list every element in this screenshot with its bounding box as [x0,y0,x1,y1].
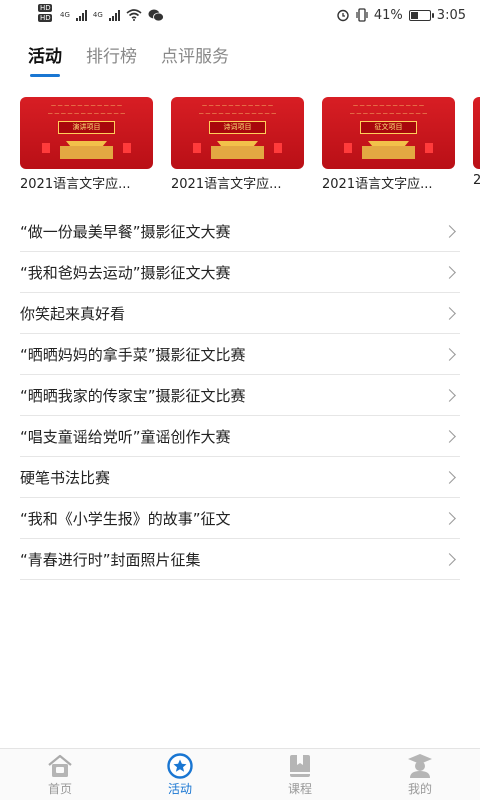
card-project-label: 演讲项目 [58,121,115,134]
flag-icon [42,143,50,153]
network-indicators: 4G 4G [60,9,164,22]
list-item-label: “我和爸妈去运动”摄影征文大赛 [20,263,231,282]
list-item-label: “唱支童谣给党听”童谣创作大赛 [20,427,231,446]
alarm-icon [337,9,349,22]
top-tabs: 活动 排行榜 点评服务 [0,38,480,78]
network-type-2: 4G [92,11,103,19]
status-bar: HD HD 4G 4G 41% 3:05 [0,0,480,30]
bottom-navigation: 首页 活动 课程 我的 [0,748,480,800]
chevron-right-icon [443,306,456,320]
battery-percent: 41% [373,7,403,23]
card-title: 2 [473,173,480,188]
tab-rankings[interactable]: 排行榜 [86,38,137,67]
card-thumbnail: — — — — — — — — — — — — — — — — — — — — … [20,97,153,169]
card-caption-line: — — — — — — — — — — — [51,103,122,109]
flag-icon [193,143,201,153]
card-project-label: 诗词项目 [209,121,266,134]
card-caption-line: — — — — — — — — — — — — [349,111,428,117]
network-type-1: 4G [60,11,70,19]
activity-list: “做一份最美早餐”摄影征文大赛 “我和爸妈去运动”摄影征文大赛 你笑起来真好看 … [20,211,460,580]
list-item-label: “晒晒我家的传家宝”摄影征文比赛 [20,386,246,405]
activity-card[interactable]: 2 [473,97,480,197]
building-icon [362,141,415,159]
battery-icon [408,9,434,21]
card-title: 2021语言文字应... [20,177,131,192]
flag-icon [123,143,131,153]
card-caption-line: — — — — — — — — — — — [202,103,273,109]
list-item[interactable]: “我和《小学生报》的故事”征文 [20,498,460,539]
chevron-right-icon [443,224,456,238]
list-item[interactable]: “唱支童谣给党听”童谣创作大赛 [20,416,460,457]
activity-carousel[interactable]: — — — — — — — — — — — — — — — — — — — — … [20,97,480,197]
list-item-label: “做一份最美早餐”摄影征文大赛 [20,222,231,241]
nav-mine[interactable]: 我的 [360,749,480,800]
hd-indicators: HD HD [38,4,52,22]
book-icon [290,754,310,777]
signal-icon-2 [108,9,120,21]
chevron-right-icon [443,511,456,525]
list-item-label: 硬笔书法比赛 [20,468,111,487]
card-thumbnail: — — — — — — — — — — — — — — — — — — — — … [171,97,304,169]
list-item[interactable]: “我和爸妈去运动”摄影征文大赛 [20,252,460,293]
list-item[interactable]: “晒晒妈妈的拿手菜”摄影征文比赛 [20,334,460,375]
card-caption-line: — — — — — — — — — — — [353,103,424,109]
list-item-label: “我和《小学生报》的故事”征文 [20,509,231,528]
list-item-label: “晒晒妈妈的拿手菜”摄影征文比赛 [20,345,246,364]
flag-icon [344,143,352,153]
list-item[interactable]: “晒晒我家的传家宝”摄影征文比赛 [20,375,460,416]
building-icon [60,141,113,159]
hd-badge-1: HD [38,4,52,12]
list-item-label: “青春进行时”封面照片征集 [20,550,201,569]
card-thumbnail: — — — — — — — — — — — — — — — — — — — — … [322,97,455,169]
flag-icon [425,143,433,153]
list-item[interactable]: “青春进行时”封面照片征集 [20,539,460,580]
card-caption-line: — — — — — — — — — — — — [198,111,277,117]
activity-card[interactable]: — — — — — — — — — — — — — — — — — — — — … [20,97,153,197]
hd-badge-2: HD [38,14,52,22]
clock: 3:05 [436,7,466,23]
star-circle-icon [167,752,193,779]
list-item[interactable]: “做一份最美早餐”摄影征文大赛 [20,211,460,252]
list-item[interactable]: 硬笔书法比赛 [20,457,460,498]
status-right: 41% 3:05 [336,8,466,23]
tab-activities[interactable]: 活动 [28,38,62,77]
card-thumbnail [473,97,480,169]
activity-card[interactable]: — — — — — — — — — — — — — — — — — — — — … [322,97,455,197]
nav-mine-label: 我的 [407,781,432,796]
building-icon [211,141,264,159]
chevron-right-icon [443,429,456,443]
tab-review-service[interactable]: 点评服务 [161,38,229,67]
list-item[interactable]: 你笑起来真好看 [20,293,460,334]
vibrate-icon [356,8,368,22]
list-item-label: 你笑起来真好看 [20,304,126,323]
chevron-right-icon [443,265,456,279]
flag-icon [274,143,282,153]
card-title: 2021语言文字应... [322,177,433,192]
card-caption-line: — — — — — — — — — — — — [47,111,126,117]
nav-activities-label: 活动 [167,781,192,796]
home-icon [48,754,72,777]
battery-level [410,11,419,19]
nav-home[interactable]: 首页 [0,749,120,800]
nav-home-label: 首页 [47,781,72,796]
wifi-icon [126,9,142,21]
chevron-right-icon [443,347,456,361]
chevron-right-icon [443,552,456,566]
nav-courses-label: 课程 [287,781,312,796]
card-project-label: 征文项目 [360,121,417,134]
activity-card[interactable]: — — — — — — — — — — — — — — — — — — — — … [171,97,304,197]
card-title: 2021语言文字应... [171,177,282,192]
nav-activities[interactable]: 活动 [120,749,240,800]
signal-icon-1 [75,9,87,21]
graduate-icon [408,753,432,778]
chevron-right-icon [443,388,456,402]
nav-courses[interactable]: 课程 [240,749,360,800]
chevron-right-icon [443,470,456,484]
wechat-icon [148,9,164,21]
